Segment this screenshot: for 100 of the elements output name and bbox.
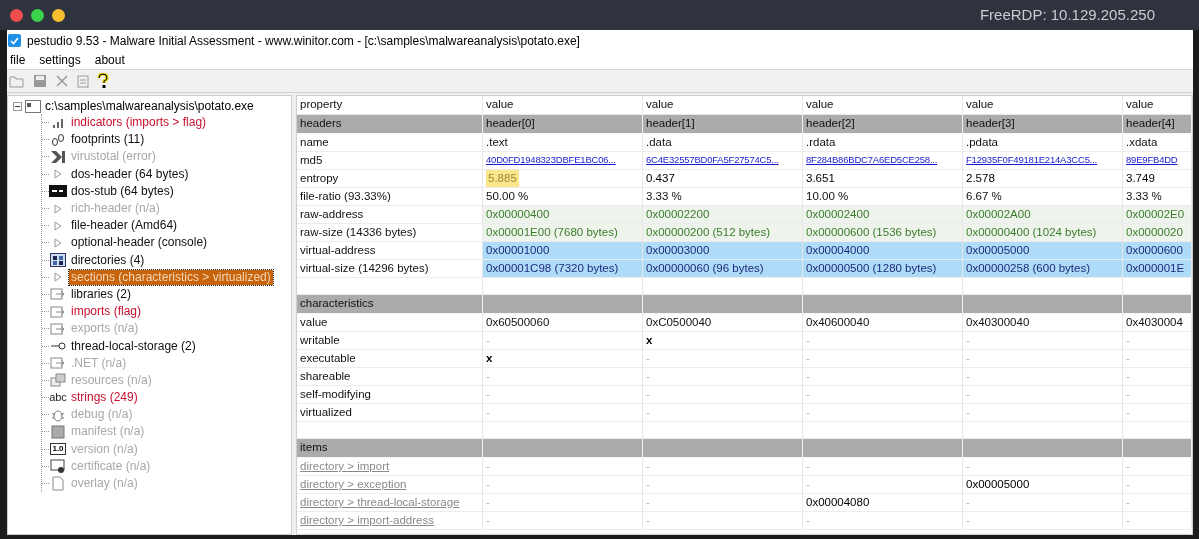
table-cell: 0x00003000 [643, 242, 803, 259]
table-cell-text: - [966, 368, 970, 384]
table-cell-text: - [486, 512, 490, 528]
table-cell-text: - [806, 350, 810, 366]
expand-triangle-icon[interactable] [54, 220, 62, 231]
table-cell: 0x000001E [1123, 260, 1192, 277]
table-cell: 5.885 [486, 170, 519, 187]
table-cell-text: - [486, 494, 490, 510]
table-cell-text: - [646, 386, 650, 402]
table-cell: 0x00002A00 [963, 206, 1123, 223]
hash-link[interactable]: F12935F0F49181E214A3CC5... [966, 153, 1098, 168]
table-cell-text: - [646, 494, 650, 510]
table-cell: 0x00005000 [963, 242, 1123, 259]
tree-item[interactable]: dos-header (64 bytes) [69, 166, 191, 182]
tree-item[interactable]: thread-local-storage (2) [69, 338, 198, 354]
table-cell: 0x00001000 [483, 242, 643, 259]
menu-item[interactable]: file [10, 51, 26, 69]
table-cell: 50.00 % [483, 188, 643, 205]
property-name: writable [300, 332, 340, 348]
hash-link[interactable]: 8F284B86BDC7A6ED5CE258... [806, 153, 938, 168]
property-link[interactable]: directory > import [300, 457, 390, 476]
table-cell: 0x60500060 [483, 314, 643, 331]
menu-item[interactable]: settings [39, 51, 81, 69]
tree-root-label[interactable]: c:\samples\malwareanalysis\potato.exe [45, 97, 254, 115]
hash-link[interactable]: 6C4E32557BD0FA5F27574C5... [646, 153, 779, 168]
grid-icon [50, 253, 66, 268]
tree-item[interactable]: directories (4) [69, 252, 147, 268]
close-control[interactable] [10, 8, 23, 22]
table-cell: 0x00000258 (600 bytes) [963, 260, 1123, 277]
property-link[interactable]: directory > thread-local-storage [300, 493, 460, 512]
table-cell-text: - [806, 476, 810, 492]
resources-icon [50, 373, 66, 388]
table-cell-text: - [486, 368, 490, 384]
table-cell-text: 0x00005000 [966, 476, 1030, 492]
strings-icon: abc [49, 392, 67, 404]
table-cell-text: - [486, 458, 490, 474]
table-cell: 0xC0500040 [643, 314, 803, 331]
table-cell: 0x00002200 [643, 206, 803, 223]
column-header[interactable]: property [297, 96, 483, 114]
column-header[interactable]: value [483, 96, 643, 114]
table-cell: 6.67 % [963, 188, 1123, 205]
table-cell-text: - [486, 404, 490, 420]
table-cell: 0x00000060 (96 bytes) [643, 260, 803, 277]
minimize-control[interactable] [52, 8, 65, 22]
table-cell-text: 0x00004080 [806, 494, 870, 510]
section-header: header[4] [1123, 115, 1192, 133]
tree-item[interactable]: indicators (imports > flag) [69, 115, 209, 131]
table-cell-text: - [1126, 512, 1130, 528]
table-cell-text: - [1126, 368, 1130, 384]
table-cell-text: - [1126, 386, 1130, 402]
property-link[interactable]: directory > import-address [300, 511, 434, 530]
maximize-control[interactable] [31, 8, 44, 22]
table-cell: .xdata [1123, 134, 1192, 151]
hash-link[interactable]: 89E9FB4DD [1126, 153, 1178, 168]
section-header: header[2] [803, 115, 963, 133]
property-name: virtual-address [300, 242, 376, 258]
table-cell-text: - [646, 350, 650, 366]
tree-item[interactable]: optional-header (console) [69, 235, 210, 251]
table-cell-text: - [1126, 494, 1130, 510]
property-link[interactable]: directory > exception [300, 475, 407, 494]
tree-item[interactable]: libraries (2) [69, 286, 133, 302]
table-cell-text: 0.437 [646, 171, 675, 186]
table-cell-text: - [486, 332, 490, 348]
hash-link[interactable]: 40D0FD1948323DBFE1BC06... [486, 153, 616, 168]
column-header[interactable]: value [803, 96, 963, 114]
tree-item[interactable]: imports (flag) [69, 304, 143, 320]
tree-item[interactable]: footprints (11) [69, 132, 147, 148]
table-cell: 0x00000400 [483, 206, 643, 223]
version-icon: 1.0 [50, 443, 66, 456]
table-cell: .text [483, 134, 643, 151]
table-cell-text: - [806, 458, 810, 474]
section-header: items [297, 439, 483, 457]
property-name: virtualized [300, 404, 352, 420]
table-cell: 0x00001E00 (7680 bytes) [483, 224, 643, 241]
table-cell: 0x0000600 [1123, 242, 1192, 259]
column-header[interactable]: value [963, 96, 1123, 114]
tree-item[interactable]: dos-stub (64 bytes) [69, 183, 176, 199]
help-icon[interactable] [97, 73, 109, 89]
tree-item[interactable]: strings (249) [69, 390, 140, 406]
table-cell-text: - [966, 512, 970, 528]
terminal-icon [49, 185, 67, 198]
section-header: header[3] [963, 115, 1123, 133]
column-header[interactable]: value [643, 96, 803, 114]
expand-triangle-icon[interactable] [54, 169, 62, 180]
expand-triangle-icon[interactable] [54, 237, 62, 248]
expand-triangle-icon[interactable] [54, 203, 62, 214]
tree-item[interactable]: file-header (Amd64) [69, 218, 180, 234]
property-name: raw-address [300, 206, 364, 222]
document-icon [52, 476, 64, 492]
table-cell-text: - [806, 368, 810, 384]
property-name: raw-size (14336 bytes) [300, 224, 417, 240]
table-cell-text: - [1126, 350, 1130, 366]
column-header[interactable]: value [1123, 96, 1192, 114]
table-cell-text: - [1126, 458, 1130, 474]
expand-triangle-icon[interactable] [54, 272, 62, 283]
key-icon [50, 341, 66, 352]
table-cell: .rdata [803, 134, 963, 151]
table-cell: 0x00000500 (1280 bytes) [803, 260, 963, 277]
collapse-icon[interactable] [13, 101, 22, 111]
menu-item[interactable]: about [94, 51, 125, 69]
